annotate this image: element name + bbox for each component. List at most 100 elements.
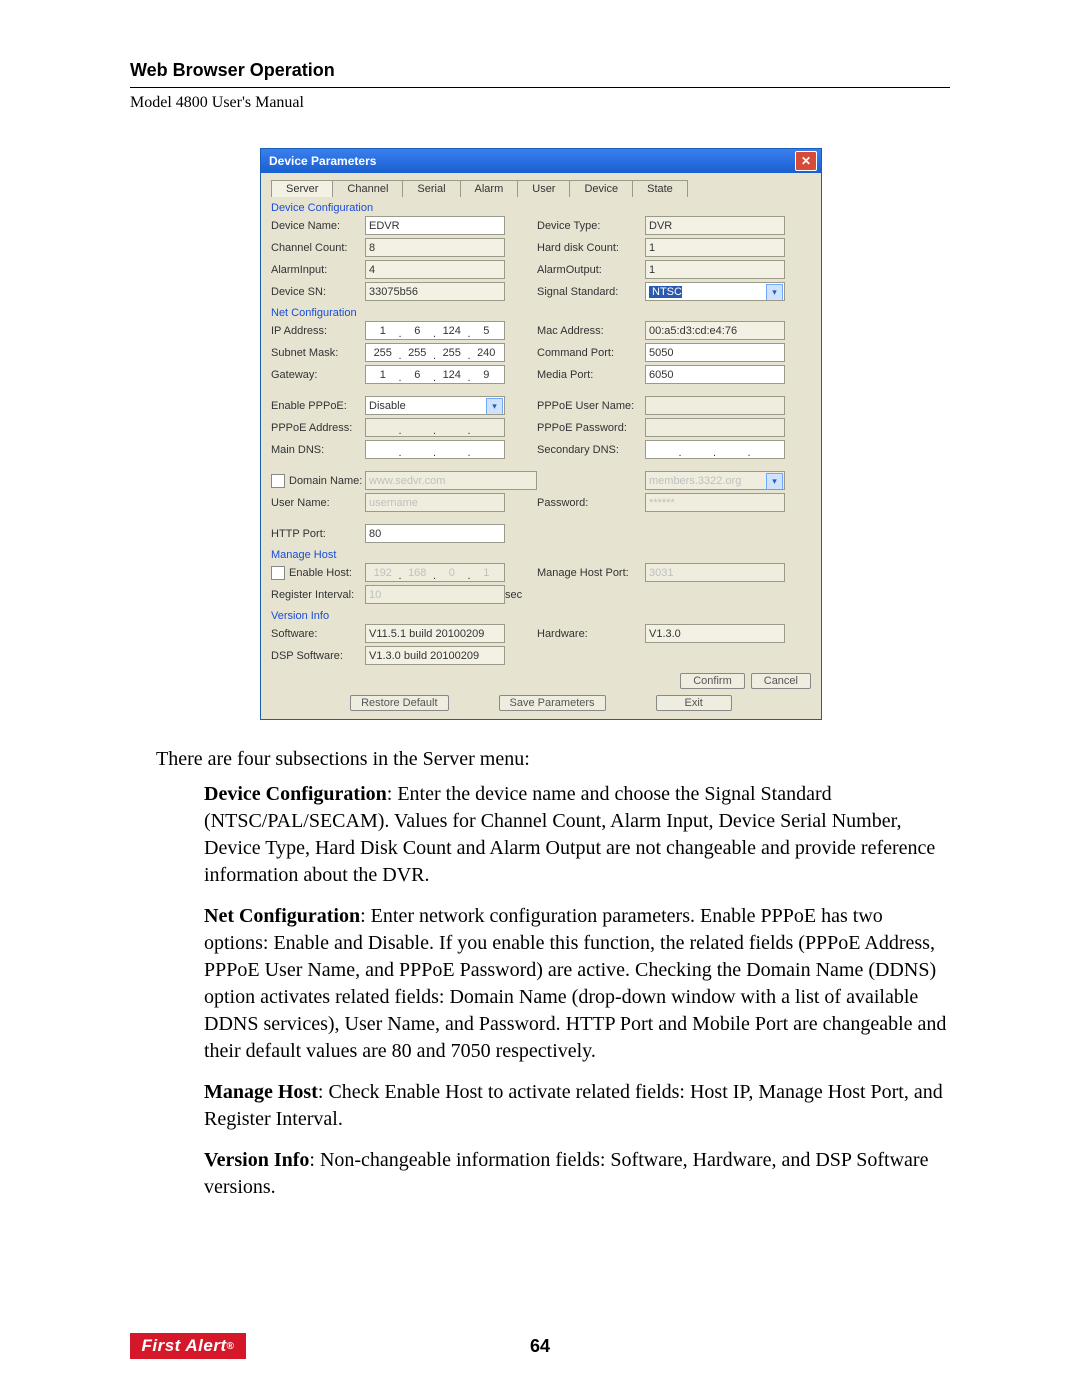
- group-net-config: Net Configuration: [271, 307, 811, 319]
- exit-button[interactable]: Exit: [656, 695, 732, 711]
- input-password: ******: [645, 493, 785, 512]
- close-icon[interactable]: ✕: [795, 151, 817, 171]
- para-device-config: Device Configuration: Enter the device n…: [204, 781, 950, 889]
- lbl-pppoe-user: PPPoE User Name:: [537, 400, 645, 412]
- lbl-http-port: HTTP Port:: [271, 528, 365, 540]
- input-device-name[interactable]: EDVR: [365, 216, 505, 235]
- field-mac: 00:a5:d3:cd:e4:76: [645, 321, 785, 340]
- input-manage-host-port: 3031: [645, 563, 785, 582]
- lbl-ip: IP Address:: [271, 325, 365, 337]
- checkbox-enable-host[interactable]: [271, 566, 285, 580]
- lbl-alarm-output: AlarmOutput:: [537, 264, 645, 276]
- field-software: V11.5.1 build 20100209: [365, 624, 505, 643]
- lbl-pppoe-addr: PPPoE Address:: [271, 422, 365, 434]
- para-version-info: Version Info: Non-changeable information…: [204, 1147, 950, 1201]
- group-manage-host: Manage Host: [271, 549, 811, 561]
- lbl-register-interval: Register Interval:: [271, 589, 365, 601]
- tab-user[interactable]: User: [517, 180, 570, 197]
- field-channel-count: 8: [365, 238, 505, 257]
- tab-serial[interactable]: Serial: [402, 180, 460, 197]
- cancel-button[interactable]: Cancel: [751, 673, 811, 689]
- lbl-media-port: Media Port:: [537, 369, 645, 381]
- input-main-dns[interactable]: [365, 440, 505, 459]
- lbl-hardware: Hardware:: [537, 628, 645, 640]
- lbl-enable-pppoe: Enable PPPoE:: [271, 400, 365, 412]
- input-ip-address[interactable]: 161245: [365, 321, 505, 340]
- lbl-pppoe-pwd: PPPoE Password:: [537, 422, 645, 434]
- input-pppoe-addr: [365, 418, 505, 437]
- dialog-titlebar[interactable]: Device Parameters ✕: [261, 149, 821, 173]
- select-enable-pppoe[interactable]: Disable ▾: [365, 396, 505, 415]
- field-dsp: V1.3.0 build 20100209: [365, 646, 505, 665]
- input-command-port[interactable]: 5050: [645, 343, 785, 362]
- group-version-info: Version Info: [271, 610, 811, 622]
- lbl-username: User Name:: [271, 497, 365, 509]
- lbl-device-sn: Device SN:: [271, 286, 365, 298]
- tab-strip: Server Channel Serial Alarm User Device …: [271, 179, 811, 196]
- input-media-port[interactable]: 6050: [645, 365, 785, 384]
- lbl-domain: Domain Name:: [271, 474, 365, 488]
- para-manage-host: Manage Host: Check Enable Host to activa…: [204, 1079, 950, 1133]
- device-parameters-dialog: Device Parameters ✕ Server Channel Seria…: [260, 148, 822, 720]
- lbl-device-type: Device Type:: [537, 220, 645, 232]
- select-domain-suffix: members.3322.org▾: [645, 471, 785, 490]
- input-sec-dns[interactable]: [645, 440, 785, 459]
- select-signal-standard[interactable]: NTSC ▾: [645, 282, 785, 301]
- group-device-config: Device Configuration: [271, 202, 811, 214]
- tab-server[interactable]: Server: [271, 180, 333, 197]
- input-http-port[interactable]: 80: [365, 524, 505, 543]
- chevron-down-icon: ▾: [766, 473, 783, 490]
- input-pppoe-user: [645, 396, 785, 415]
- lbl-alarm-input: AlarmInput:: [271, 264, 365, 276]
- lbl-mac: Mac Address:: [537, 325, 645, 337]
- para-net-config: Net Configuration: Enter network configu…: [204, 903, 950, 1065]
- lbl-subnet: Subnet Mask:: [271, 347, 365, 359]
- lbl-main-dns: Main DNS:: [271, 444, 365, 456]
- field-device-sn: 33075b56: [365, 282, 505, 301]
- lbl-device-name: Device Name:: [271, 220, 365, 232]
- input-domain: www.sedvr.com: [365, 471, 537, 490]
- field-hardware: V1.3.0: [645, 624, 785, 643]
- input-pppoe-pwd: [645, 418, 785, 437]
- lead-text: There are four subsections in the Server…: [156, 746, 950, 773]
- lbl-hdd-count: Hard disk Count:: [537, 242, 645, 254]
- brand-logo: First Alert®: [130, 1333, 246, 1359]
- lbl-password: Password:: [537, 497, 645, 509]
- field-device-type: DVR: [645, 216, 785, 235]
- manual-subtitle: Model 4800 User's Manual: [130, 94, 950, 112]
- lbl-gateway: Gateway:: [271, 369, 365, 381]
- lbl-sec-unit: sec: [505, 589, 537, 601]
- input-subnet-mask[interactable]: 255255255240: [365, 343, 505, 362]
- field-alarm-output: 1: [645, 260, 785, 279]
- tab-device[interactable]: Device: [569, 180, 633, 197]
- field-hdd-count: 1: [645, 238, 785, 257]
- chevron-down-icon[interactable]: ▾: [766, 284, 783, 301]
- lbl-signal-standard: Signal Standard:: [537, 286, 645, 298]
- confirm-button[interactable]: Confirm: [680, 673, 745, 689]
- save-parameters-button[interactable]: Save Parameters: [499, 695, 606, 711]
- input-username: username: [365, 493, 505, 512]
- lbl-software: Software:: [271, 628, 365, 640]
- chevron-down-icon[interactable]: ▾: [486, 398, 503, 415]
- field-alarm-input: 4: [365, 260, 505, 279]
- lbl-channel-count: Channel Count:: [271, 242, 365, 254]
- tab-channel[interactable]: Channel: [332, 180, 403, 197]
- input-host-ip: 19216801: [365, 563, 505, 582]
- input-gateway[interactable]: 161249: [365, 365, 505, 384]
- signal-value: NTSC: [649, 286, 682, 298]
- page-number: 64: [530, 1336, 550, 1357]
- header-divider: [130, 87, 950, 88]
- lbl-manage-host-port: Manage Host Port:: [537, 567, 645, 579]
- input-register-interval: 10: [365, 585, 505, 604]
- tab-alarm[interactable]: Alarm: [460, 180, 519, 197]
- lbl-sec-dns: Secondary DNS:: [537, 444, 645, 456]
- lbl-dsp: DSP Software:: [271, 650, 365, 662]
- section-title: Web Browser Operation: [130, 60, 950, 81]
- tab-state[interactable]: State: [632, 180, 688, 197]
- lbl-enable-host: Enable Host:: [271, 566, 365, 580]
- dialog-title: Device Parameters: [265, 154, 376, 168]
- restore-default-button[interactable]: Restore Default: [350, 695, 448, 711]
- checkbox-domain[interactable]: [271, 474, 285, 488]
- lbl-command-port: Command Port:: [537, 347, 645, 359]
- pppoe-value: Disable: [369, 400, 406, 412]
